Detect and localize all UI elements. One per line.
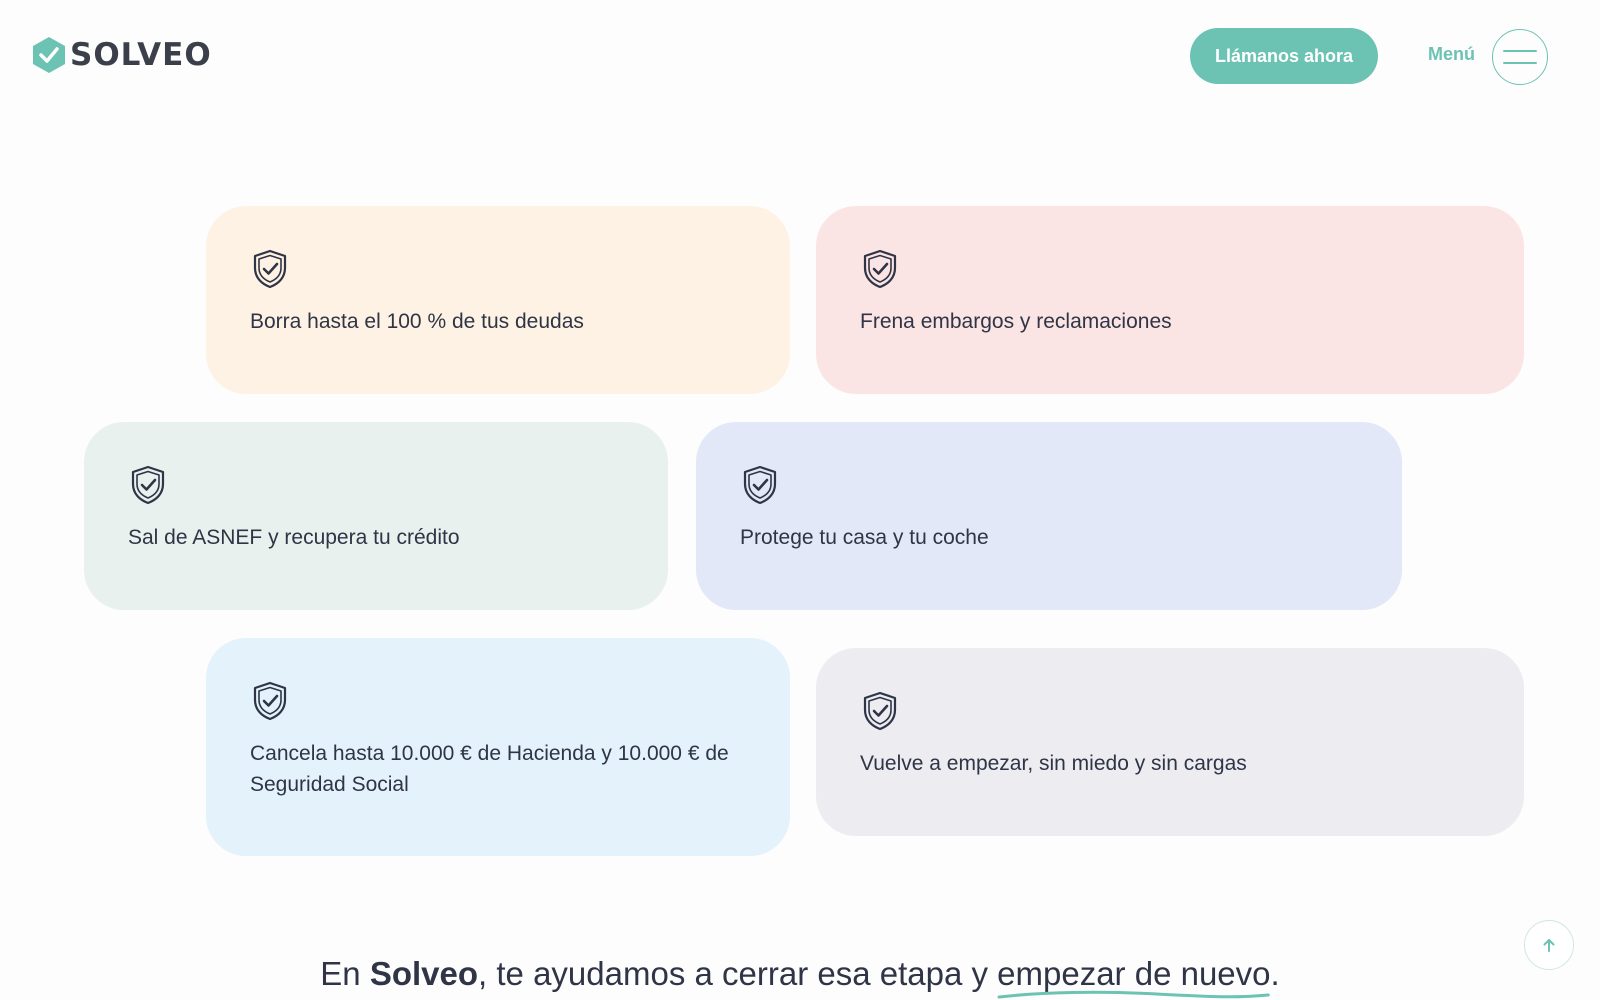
benefit-label: Vuelve a empezar, sin miedo y sin cargas — [860, 752, 1247, 775]
page: SOLVEO Llámanos ahora Menú Borra hasta e… — [0, 0, 1600, 1000]
logo[interactable]: SOLVEO — [32, 36, 212, 74]
hamburger-icon — [1503, 50, 1537, 52]
shield-check-icon — [253, 249, 287, 289]
benefit-card: Cancela hasta 10.000 € de Hacienda y 10.… — [206, 638, 790, 856]
tagline: En Solveo, te ayudamos a cerrar esa etap… — [0, 955, 1600, 999]
menu-label[interactable]: Menú — [1428, 44, 1475, 65]
menu-button[interactable] — [1492, 29, 1548, 85]
benefit-label: Sal de ASNEF y recupera tu crédito — [128, 526, 460, 549]
benefit-card: Sal de ASNEF y recupera tu crédito — [84, 422, 668, 610]
benefit-card: Borra hasta el 100 % de tus deudas — [206, 206, 790, 394]
benefit-label: Protege tu casa y tu coche — [740, 526, 989, 549]
scroll-top-button[interactable] — [1524, 920, 1574, 970]
shield-check-icon — [743, 465, 777, 505]
shield-check-icon — [863, 691, 897, 731]
call-now-button[interactable]: Llámanos ahora — [1190, 28, 1378, 84]
tagline-prefix: En — [320, 955, 370, 992]
benefit-card: Frena embargos y reclamaciones — [816, 206, 1524, 394]
hamburger-icon — [1503, 62, 1537, 64]
tagline-highlight: empezar de nuevo — [997, 955, 1271, 992]
check-hexagon-icon — [33, 37, 65, 73]
tagline-highlight-wrap: empezar de nuevo — [997, 955, 1271, 999]
tagline-suffix: . — [1270, 955, 1280, 992]
benefit-label: Cancela hasta 10.000 € de Hacienda y 10.… — [250, 742, 729, 796]
benefit-label: Borra hasta el 100 % de tus deudas — [250, 310, 584, 333]
tagline-brand: Solveo — [369, 955, 479, 992]
shield-check-icon — [863, 249, 897, 289]
shield-check-icon — [253, 681, 287, 721]
squiggle-underline-icon — [997, 990, 1270, 999]
arrow-up-icon — [1543, 939, 1555, 952]
logo-text: SOLVEO — [70, 37, 212, 73]
benefit-card: Vuelve a empezar, sin miedo y sin cargas — [816, 648, 1524, 836]
benefit-label: Frena embargos y reclamaciones — [860, 310, 1172, 333]
tagline-middle: , te ayudamos a cerrar esa etapa y — [478, 955, 998, 992]
shield-check-icon — [131, 465, 165, 505]
benefit-card: Protege tu casa y tu coche — [696, 422, 1402, 610]
